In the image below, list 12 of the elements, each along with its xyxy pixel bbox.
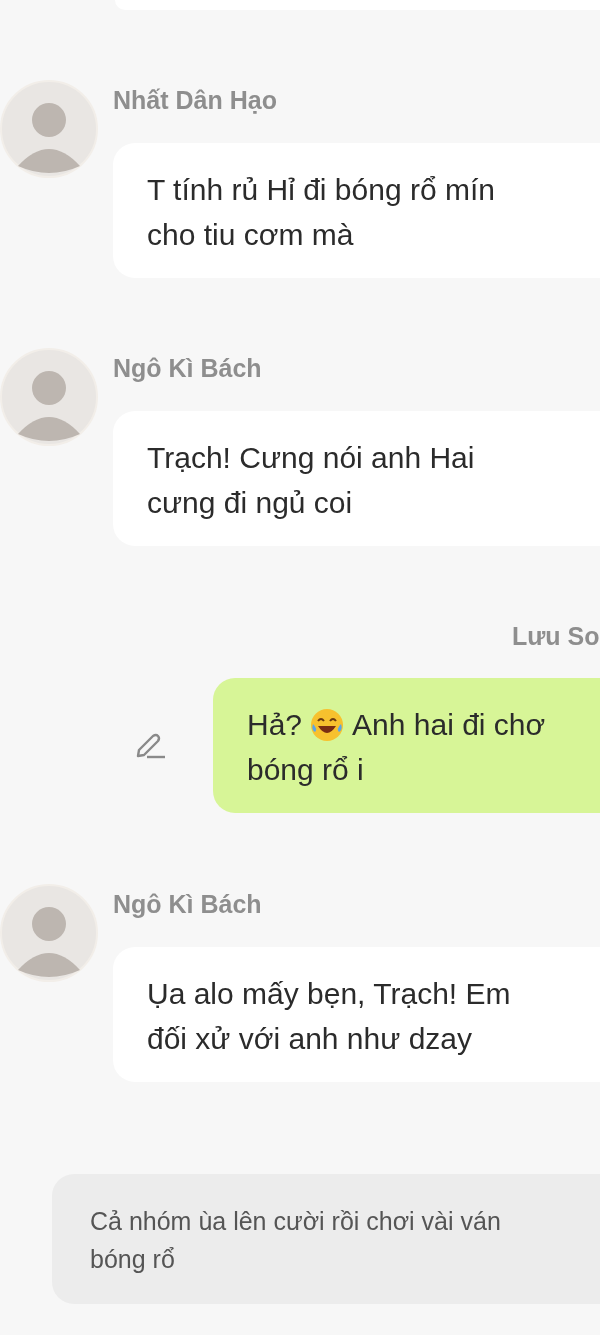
message-text: Anh hai đi chơ: [352, 707, 546, 743]
message-text: Ụa alo mấy bẹn, Trạch! Em đối xử với anh như dzay: [147, 977, 511, 1055]
sender-name: Ngô Kì Bách: [113, 889, 263, 919]
message-text: Hả?: [247, 707, 303, 743]
sender-name: Ngô Kì Bách: [113, 353, 263, 383]
sender-name: Lưu So: [512, 621, 600, 651]
message-text: T tính rủ Hỉ đi bóng rổ mín cho tiu cơm mà: [147, 173, 495, 251]
laughing-face-icon: [310, 707, 345, 742]
message-text: bóng rổ i: [247, 752, 364, 788]
sender-name: Nhất Dân Hạo: [113, 85, 278, 115]
message-text: Trạch! Cưng nói anh Hai cưng đi ngủ coi: [147, 441, 475, 519]
message-text: Cả nhóm ùa lên cười rồi chơi vài ván bóng rổ: [90, 1207, 501, 1273]
